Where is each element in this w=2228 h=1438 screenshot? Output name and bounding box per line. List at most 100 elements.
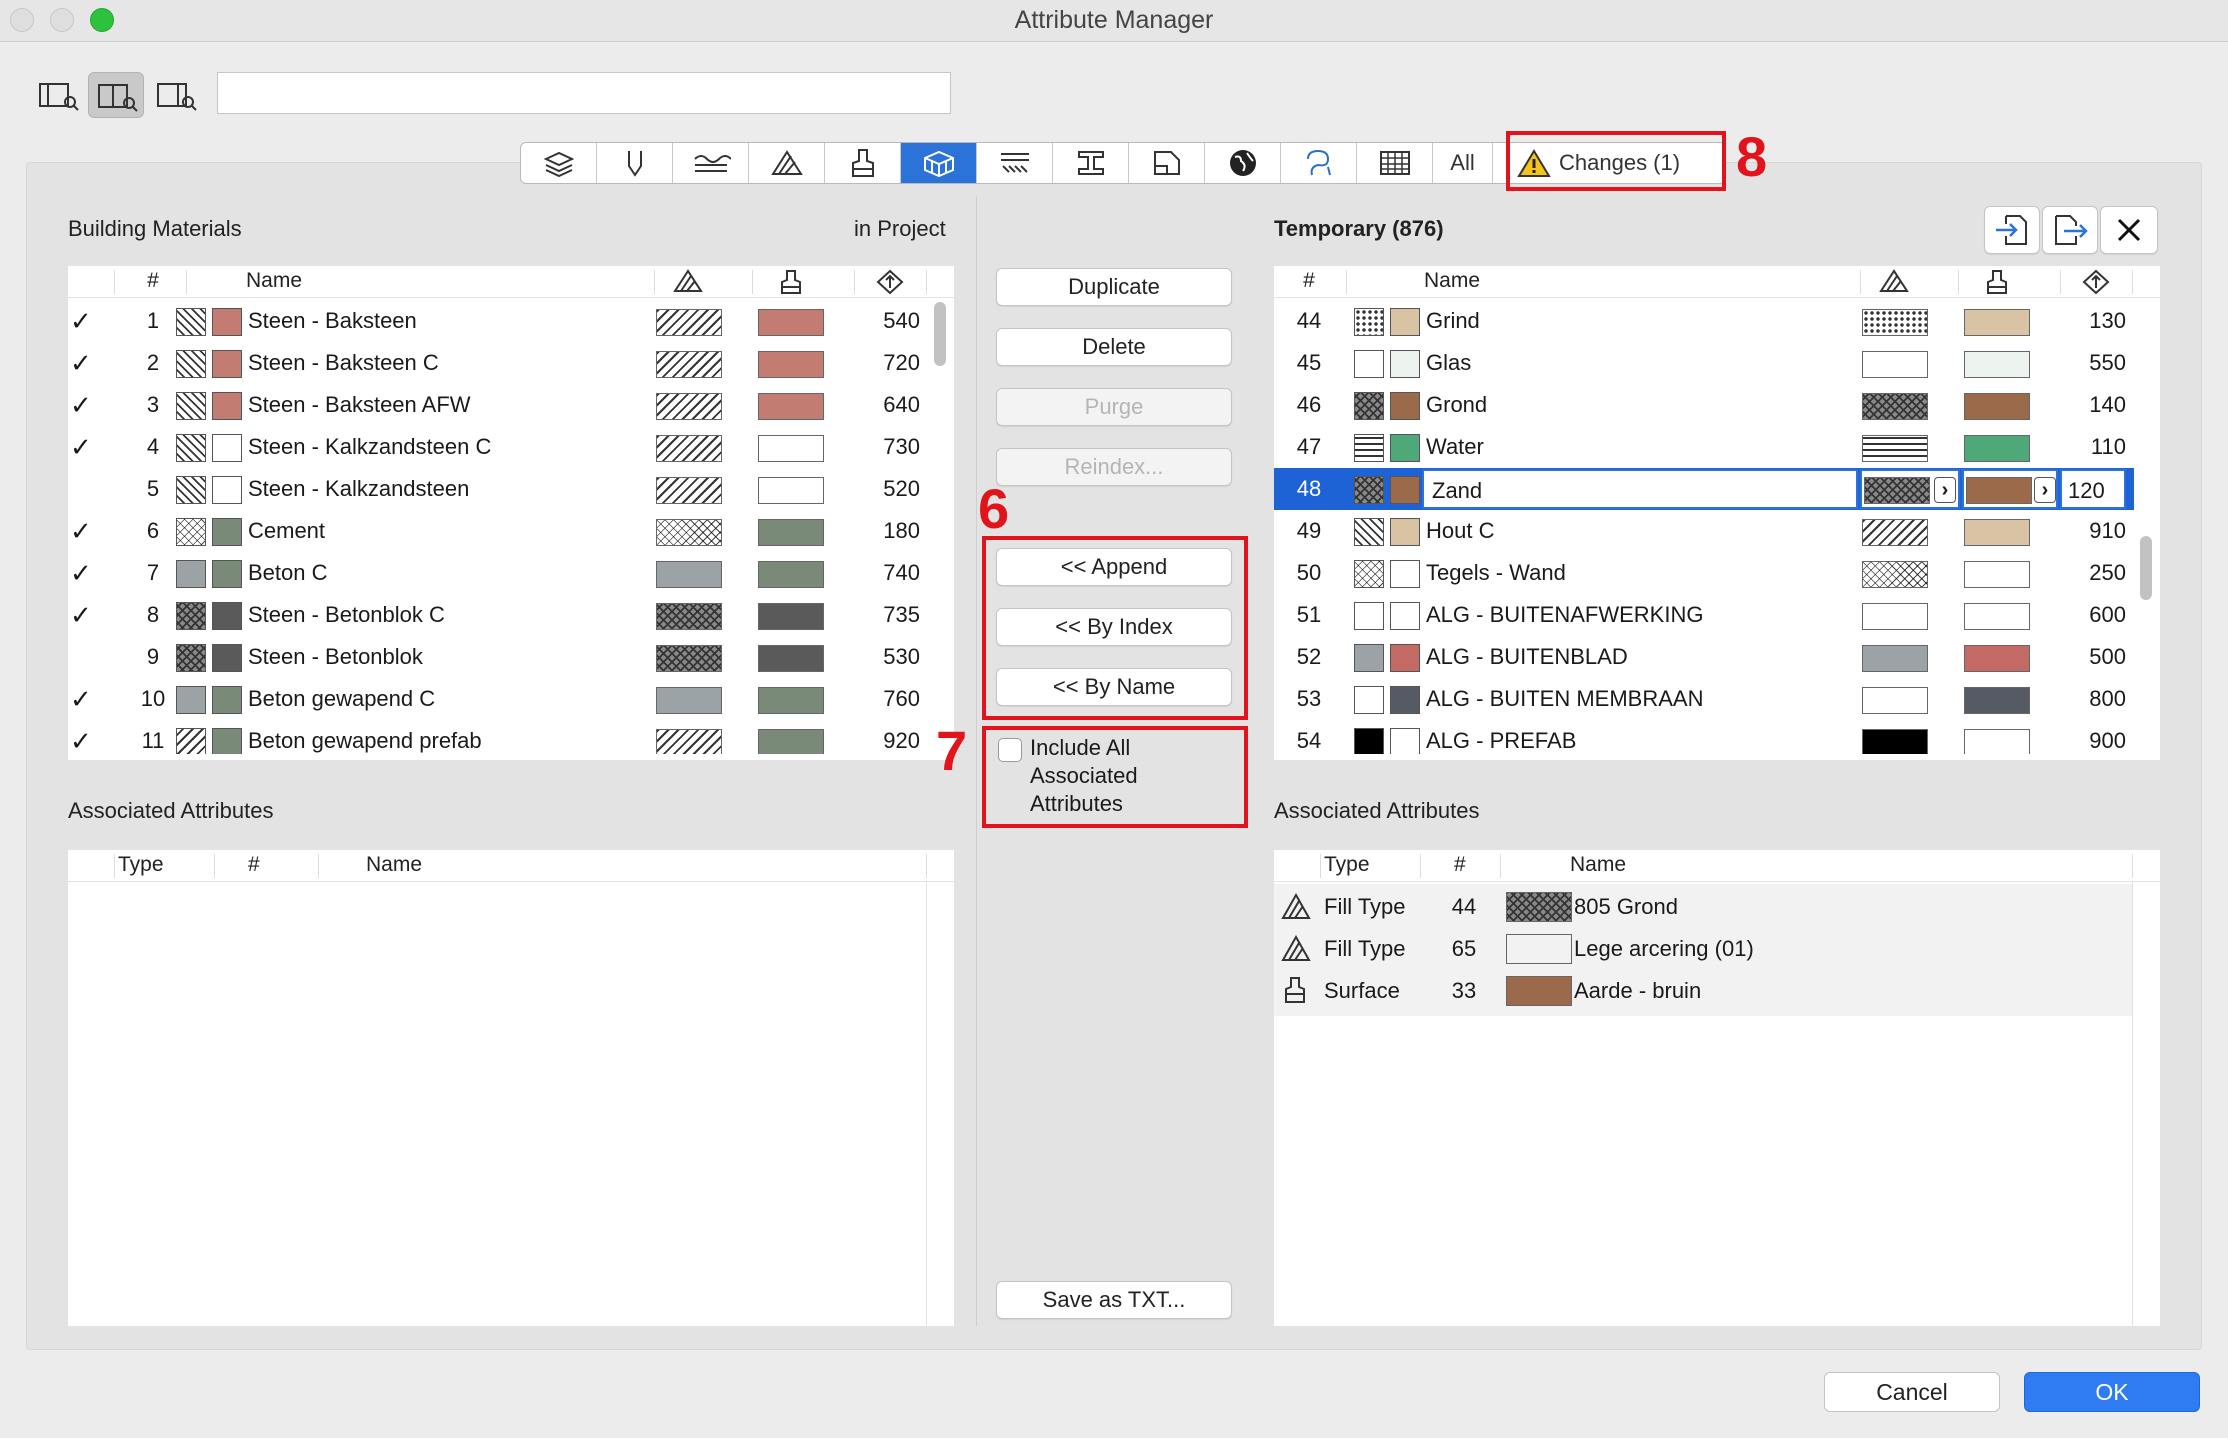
fill-pattern-swatch	[1354, 728, 1384, 754]
fill-pattern-swatch	[1354, 518, 1384, 546]
by-index-button[interactable]: << By Index	[996, 608, 1232, 646]
tab-building-materials[interactable]	[901, 143, 977, 183]
list-item[interactable]: Fill Type 44 805 Grond	[1274, 886, 2132, 928]
table-row[interactable]: 47 Water 110	[1274, 426, 2134, 468]
surface-preview	[758, 351, 824, 378]
row-priority-value: 130	[2089, 308, 2126, 333]
tab-surfaces[interactable]	[825, 143, 901, 183]
tab-line-types[interactable]	[673, 143, 749, 183]
surface-preview	[758, 393, 824, 420]
row-index: 3	[146, 392, 160, 417]
right-header-surface-icon	[1982, 269, 2012, 301]
table-row[interactable]: 51 ALG - BUITENAFWERKING 600	[1274, 594, 2134, 636]
list-item[interactable]: Fill Type 65 Lege arcering (01)	[1274, 928, 2132, 970]
tab-mep-systems[interactable]	[1205, 143, 1281, 183]
surface-preview	[1964, 435, 2030, 462]
table-row[interactable]: 54 ALG - PREFAB 900	[1274, 720, 2134, 754]
search-input[interactable]	[217, 72, 951, 114]
list-item[interactable]: Surface 33 Aarde - bruin	[1274, 970, 2132, 1012]
fill-type-preview	[656, 351, 722, 378]
fill-pattern-swatch	[176, 308, 206, 336]
tab-fill-types[interactable]	[749, 143, 825, 183]
duplicate-button[interactable]: Duplicate	[996, 268, 1232, 306]
row-name-edit-field[interactable]: Zand	[1422, 469, 1858, 509]
table-row[interactable]: ✓ 7 Beton C 740	[68, 552, 928, 594]
left-assoc-header-type: Type	[118, 853, 164, 876]
table-row[interactable]: ✓ 2 Steen - Baksteen C 720	[68, 342, 928, 384]
surface-preview	[1964, 351, 2030, 378]
table-row[interactable]: 45 Glas 550	[1274, 342, 2134, 384]
row-index: 9	[146, 644, 160, 669]
fill-type-preview	[656, 561, 722, 588]
left-header-fill-icon	[672, 269, 704, 299]
fill-type-preview	[656, 435, 722, 462]
table-row[interactable]: 46 Grond 140	[1274, 384, 2134, 426]
ok-button[interactable]: OK	[2024, 1372, 2200, 1412]
row-priority-value: 740	[883, 560, 920, 585]
delete-button[interactable]: Delete	[996, 328, 1232, 366]
table-row[interactable]: ✓ 8 Steen - Betonblok C 735	[68, 594, 928, 636]
close-file-button[interactable]	[2100, 206, 2158, 254]
open-file-button[interactable]	[1984, 206, 2040, 254]
tab-all[interactable]: All	[1433, 143, 1493, 183]
fill-type-icon	[1280, 892, 1312, 926]
fill-type-preview	[1862, 351, 1928, 378]
surface-color-swatch	[212, 308, 242, 336]
table-row[interactable]: ✓ 11 Beton gewapend prefab 920	[68, 720, 928, 754]
profile-icon	[1077, 151, 1104, 175]
fill-pattern-swatch	[176, 728, 206, 754]
table-row[interactable]: ✓ 10 Beton gewapend C 760	[68, 678, 928, 720]
tab-profiles[interactable]	[1053, 143, 1129, 183]
purge-button[interactable]: Purge	[996, 388, 1232, 426]
tab-pens[interactable]	[597, 143, 673, 183]
fill-type-preview	[656, 687, 722, 714]
assoc-name: Lege arcering (01)	[1574, 936, 1754, 961]
table-row[interactable]: ✓ 3 Steen - Baksteen AFW 640	[68, 384, 928, 426]
surface-color-swatch	[1390, 392, 1420, 420]
tab-markup-styles[interactable]	[1357, 143, 1433, 183]
save-as-txt-button[interactable]: Save as TXT...	[996, 1281, 1232, 1319]
export-file-button[interactable]	[2042, 206, 2098, 254]
table-row[interactable]: ✓ 1 Steen - Baksteen 540	[68, 300, 928, 342]
left-assoc-header: Type # Name	[68, 850, 954, 882]
table-row[interactable]: 44 Grind 130	[1274, 300, 2134, 342]
row-index: 8	[146, 602, 160, 627]
fill-type-picker[interactable]: ›	[1860, 469, 1960, 509]
table-row[interactable]: ✓ 4 Steen - Kalkzandsteen C 730	[68, 426, 928, 468]
view-right-panel-button[interactable]	[148, 72, 204, 118]
tab-zone-categories[interactable]	[1129, 143, 1205, 183]
tab-operation-profiles[interactable]	[1281, 143, 1357, 183]
tab-layers[interactable]	[521, 143, 597, 183]
row-index: 46	[1296, 392, 1322, 417]
tab-composites[interactable]	[977, 143, 1053, 183]
left-table-scrollbar[interactable]	[934, 302, 946, 366]
table-row-selected[interactable]: 48 Zand › › 120	[1274, 468, 2134, 510]
reindex-button[interactable]: Reindex...	[996, 448, 1232, 486]
table-row[interactable]: 52 ALG - BUITENBLAD 500	[1274, 636, 2134, 678]
fill-pattern-swatch	[176, 392, 206, 420]
view-both-panels-button[interactable]	[88, 72, 144, 118]
row-index: 54	[1296, 728, 1322, 753]
by-name-button[interactable]: << By Name	[996, 668, 1232, 706]
table-row[interactable]: ✓ 6 Cement 180	[68, 510, 928, 552]
import-file-icon	[1996, 215, 2027, 245]
right-table-scrollbar[interactable]	[2140, 536, 2152, 600]
table-row[interactable]: 49 Hout C 910	[1274, 510, 2134, 552]
cancel-button[interactable]: Cancel	[1824, 1372, 2000, 1412]
surface-picker[interactable]: ›	[1962, 469, 2058, 509]
row-index: 10	[140, 686, 166, 711]
surface-preview	[758, 687, 824, 714]
view-left-panel-button[interactable]	[30, 72, 86, 118]
fill-type-preview	[656, 393, 722, 420]
table-row[interactable]: 53 ALG - BUITEN MEMBRAAN 800	[1274, 678, 2134, 720]
table-row[interactable]: 50 Tegels - Wand 250	[1274, 552, 2134, 594]
table-row[interactable]: 9 Steen - Betonblok 530	[68, 636, 928, 678]
table-row[interactable]: 5 Steen - Kalkzandsteen 520	[68, 468, 928, 510]
right-header-fill-icon	[1878, 269, 1910, 299]
row-priority-value: 640	[883, 392, 920, 417]
include-all-checkbox[interactable]	[998, 738, 1022, 762]
append-button[interactable]: << Append	[996, 548, 1232, 586]
row-name: Steen - Baksteen AFW	[248, 392, 471, 417]
row-check-mark: ✓	[70, 684, 92, 714]
priority-edit-field[interactable]: 120	[2060, 469, 2126, 509]
